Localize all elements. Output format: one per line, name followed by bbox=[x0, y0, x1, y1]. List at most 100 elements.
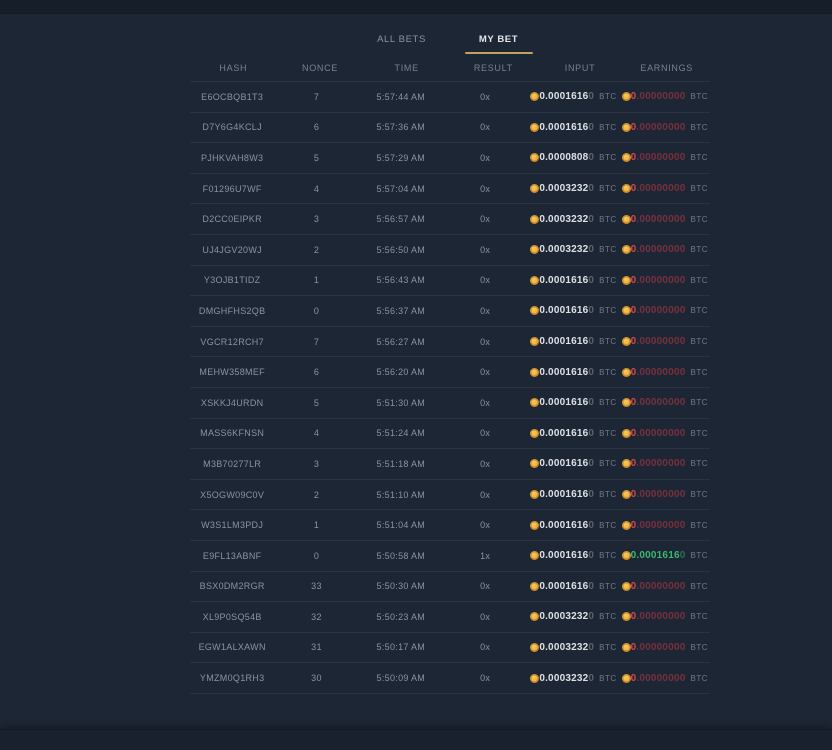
earnings-trailing-zeros: .00000000 bbox=[636, 397, 685, 408]
bet-time: 5:56:43 AM bbox=[359, 275, 443, 285]
table-row[interactable]: XL9P0SQ54B 32 5:50:23 AM 0x 0.00032320 B… bbox=[190, 602, 710, 633]
btc-coin-icon bbox=[530, 674, 539, 683]
tab-my-bet[interactable]: MY BET bbox=[450, 30, 547, 54]
btc-coin-icon bbox=[622, 92, 631, 101]
bet-earnings: 0.00000000 BTC bbox=[619, 91, 710, 102]
table-row[interactable]: UJ4JGV20WJ 2 5:56:50 AM 0x 0.00032320 BT… bbox=[190, 235, 710, 266]
column-header-time: TIME bbox=[363, 63, 450, 73]
input-value: 0.0003232 bbox=[539, 673, 588, 684]
earnings-currency-label: BTC bbox=[690, 245, 708, 254]
table-row[interactable]: MASS6KFNSN 4 5:51:24 AM 0x 0.00016160 BT… bbox=[190, 419, 710, 450]
input-trailing-zeros: 0 bbox=[588, 152, 594, 163]
input-value: 0.0003232 bbox=[539, 214, 588, 225]
bet-input: 0.00016160 BTC bbox=[527, 336, 618, 347]
table-row[interactable]: YMZM0Q1RH3 30 5:50:09 AM 0x 0.00032320 B… bbox=[190, 663, 710, 694]
bet-result: 0x bbox=[443, 428, 527, 438]
bet-result: 0x bbox=[443, 642, 527, 652]
bet-time: 5:51:04 AM bbox=[359, 520, 443, 530]
input-currency-label: BTC bbox=[599, 215, 617, 224]
input-currency-label: BTC bbox=[599, 337, 617, 346]
bet-nonce: 3 bbox=[274, 214, 358, 224]
bet-earnings: 0.00000000 BTC bbox=[619, 275, 710, 286]
btc-coin-icon bbox=[530, 551, 539, 560]
bet-result: 0x bbox=[443, 153, 527, 163]
table-row[interactable]: X5OGW09C0V 2 5:51:10 AM 0x 0.00016160 BT… bbox=[190, 480, 710, 511]
table-row[interactable]: BSX0DM2RGR 33 5:50:30 AM 0x 0.00016160 B… bbox=[190, 572, 710, 603]
input-trailing-zeros: 0 bbox=[588, 550, 594, 561]
bet-time: 5:50:58 AM bbox=[359, 551, 443, 561]
input-currency-label: BTC bbox=[599, 92, 617, 101]
bet-time: 5:50:30 AM bbox=[359, 581, 443, 591]
bet-time: 5:56:20 AM bbox=[359, 367, 443, 377]
table-header: HASH NONCE TIME RESULT INPUT EARNINGS bbox=[190, 54, 710, 82]
earnings-currency-label: BTC bbox=[690, 643, 708, 652]
bet-time: 5:57:36 AM bbox=[359, 122, 443, 132]
bet-time: 5:56:57 AM bbox=[359, 214, 443, 224]
bet-nonce: 3 bbox=[274, 459, 358, 469]
btc-coin-icon bbox=[622, 184, 631, 193]
earnings-trailing-zeros: .00000000 bbox=[636, 581, 685, 592]
input-currency-label: BTC bbox=[599, 153, 617, 162]
input-value: 0.0001616 bbox=[539, 428, 588, 439]
input-currency-label: BTC bbox=[599, 582, 617, 591]
table-row[interactable]: MEHW358MEF 6 5:56:20 AM 0x 0.00016160 BT… bbox=[190, 357, 710, 388]
earnings-currency-label: BTC bbox=[690, 123, 708, 132]
bet-nonce: 32 bbox=[274, 612, 358, 622]
table-row[interactable]: EGW1ALXAWN 31 5:50:17 AM 0x 0.00032320 B… bbox=[190, 633, 710, 664]
earnings-currency-label: BTC bbox=[690, 337, 708, 346]
input-trailing-zeros: 0 bbox=[588, 367, 594, 378]
table-row[interactable]: Y3OJB1TIDZ 1 5:56:43 AM 0x 0.00016160 BT… bbox=[190, 266, 710, 297]
tab-all-bets[interactable]: ALL BETS bbox=[353, 30, 450, 54]
input-value: 0.0001616 bbox=[539, 520, 588, 531]
table-row[interactable]: W3S1LM3PDJ 1 5:51:04 AM 0x 0.00016160 BT… bbox=[190, 510, 710, 541]
btc-coin-icon bbox=[530, 582, 539, 591]
table-row[interactable]: M3B70277LR 3 5:51:18 AM 0x 0.00016160 BT… bbox=[190, 449, 710, 480]
earnings-currency-label: BTC bbox=[690, 276, 708, 285]
bet-earnings: 0.00000000 BTC bbox=[619, 214, 710, 225]
table-row[interactable]: D7Y6G4KCLJ 6 5:57:36 AM 0x 0.00016160 BT… bbox=[190, 113, 710, 144]
earnings-currency-label: BTC bbox=[690, 92, 708, 101]
table-row[interactable]: E9FL13ABNF 0 5:50:58 AM 1x 0.00016160 BT… bbox=[190, 541, 710, 572]
bet-hash: XSKKJ4URDN bbox=[190, 398, 274, 408]
btc-coin-icon bbox=[622, 398, 631, 407]
btc-coin-icon bbox=[530, 306, 539, 315]
earnings-trailing-zeros: .00000000 bbox=[636, 428, 685, 439]
bet-hash: W3S1LM3PDJ bbox=[190, 520, 274, 530]
bet-nonce: 4 bbox=[274, 184, 358, 194]
bet-hash: DMGHFHS2QB bbox=[190, 306, 274, 316]
table-row[interactable]: VGCR12RCH7 7 5:56:27 AM 0x 0.00016160 BT… bbox=[190, 327, 710, 358]
bets-panel: ALL BETS MY BET HASH NONCE TIME RESULT I… bbox=[190, 13, 710, 694]
bet-time: 5:51:30 AM bbox=[359, 398, 443, 408]
bet-nonce: 6 bbox=[274, 122, 358, 132]
input-value: 0.0003232 bbox=[539, 642, 588, 653]
bet-earnings: 0.00000000 BTC bbox=[619, 520, 710, 531]
bet-time: 5:50:17 AM bbox=[359, 642, 443, 652]
table-row[interactable]: PJHKVAH8W3 5 5:57:29 AM 0x 0.00008080 BT… bbox=[190, 143, 710, 174]
bet-nonce: 5 bbox=[274, 153, 358, 163]
input-value: 0.0003232 bbox=[539, 183, 588, 194]
bet-input: 0.00016160 BTC bbox=[527, 397, 618, 408]
bet-result: 0x bbox=[443, 245, 527, 255]
bet-nonce: 7 bbox=[274, 92, 358, 102]
bet-input: 0.00032320 BTC bbox=[527, 611, 618, 622]
bet-result: 0x bbox=[443, 490, 527, 500]
bet-input: 0.00032320 BTC bbox=[527, 244, 618, 255]
btc-coin-icon bbox=[530, 153, 539, 162]
input-currency-label: BTC bbox=[599, 674, 617, 683]
table-row[interactable]: XSKKJ4URDN 5 5:51:30 AM 0x 0.00016160 BT… bbox=[190, 388, 710, 419]
bet-nonce: 2 bbox=[274, 490, 358, 500]
earnings-trailing-zeros: .00000000 bbox=[636, 305, 685, 316]
input-value: 0.0001616 bbox=[539, 550, 588, 561]
table-row[interactable]: DMGHFHS2QB 0 5:56:37 AM 0x 0.00016160 BT… bbox=[190, 296, 710, 327]
table-row[interactable]: E6OCBQB1T3 7 5:57:44 AM 0x 0.00016160 BT… bbox=[190, 82, 710, 113]
bet-input: 0.00016160 BTC bbox=[527, 581, 618, 592]
bet-hash: D2CC0EIPKR bbox=[190, 214, 274, 224]
table-row[interactable]: D2CC0EIPKR 3 5:56:57 AM 0x 0.00032320 BT… bbox=[190, 204, 710, 235]
bet-result: 0x bbox=[443, 612, 527, 622]
input-currency-label: BTC bbox=[599, 306, 617, 315]
bet-hash: YMZM0Q1RH3 bbox=[190, 673, 274, 683]
input-value: 0.0001616 bbox=[539, 336, 588, 347]
table-row[interactable]: F01296U7WF 4 5:57:04 AM 0x 0.00032320 BT… bbox=[190, 174, 710, 205]
earnings-trailing-zeros: .00000000 bbox=[636, 611, 685, 622]
bet-time: 5:57:04 AM bbox=[359, 184, 443, 194]
